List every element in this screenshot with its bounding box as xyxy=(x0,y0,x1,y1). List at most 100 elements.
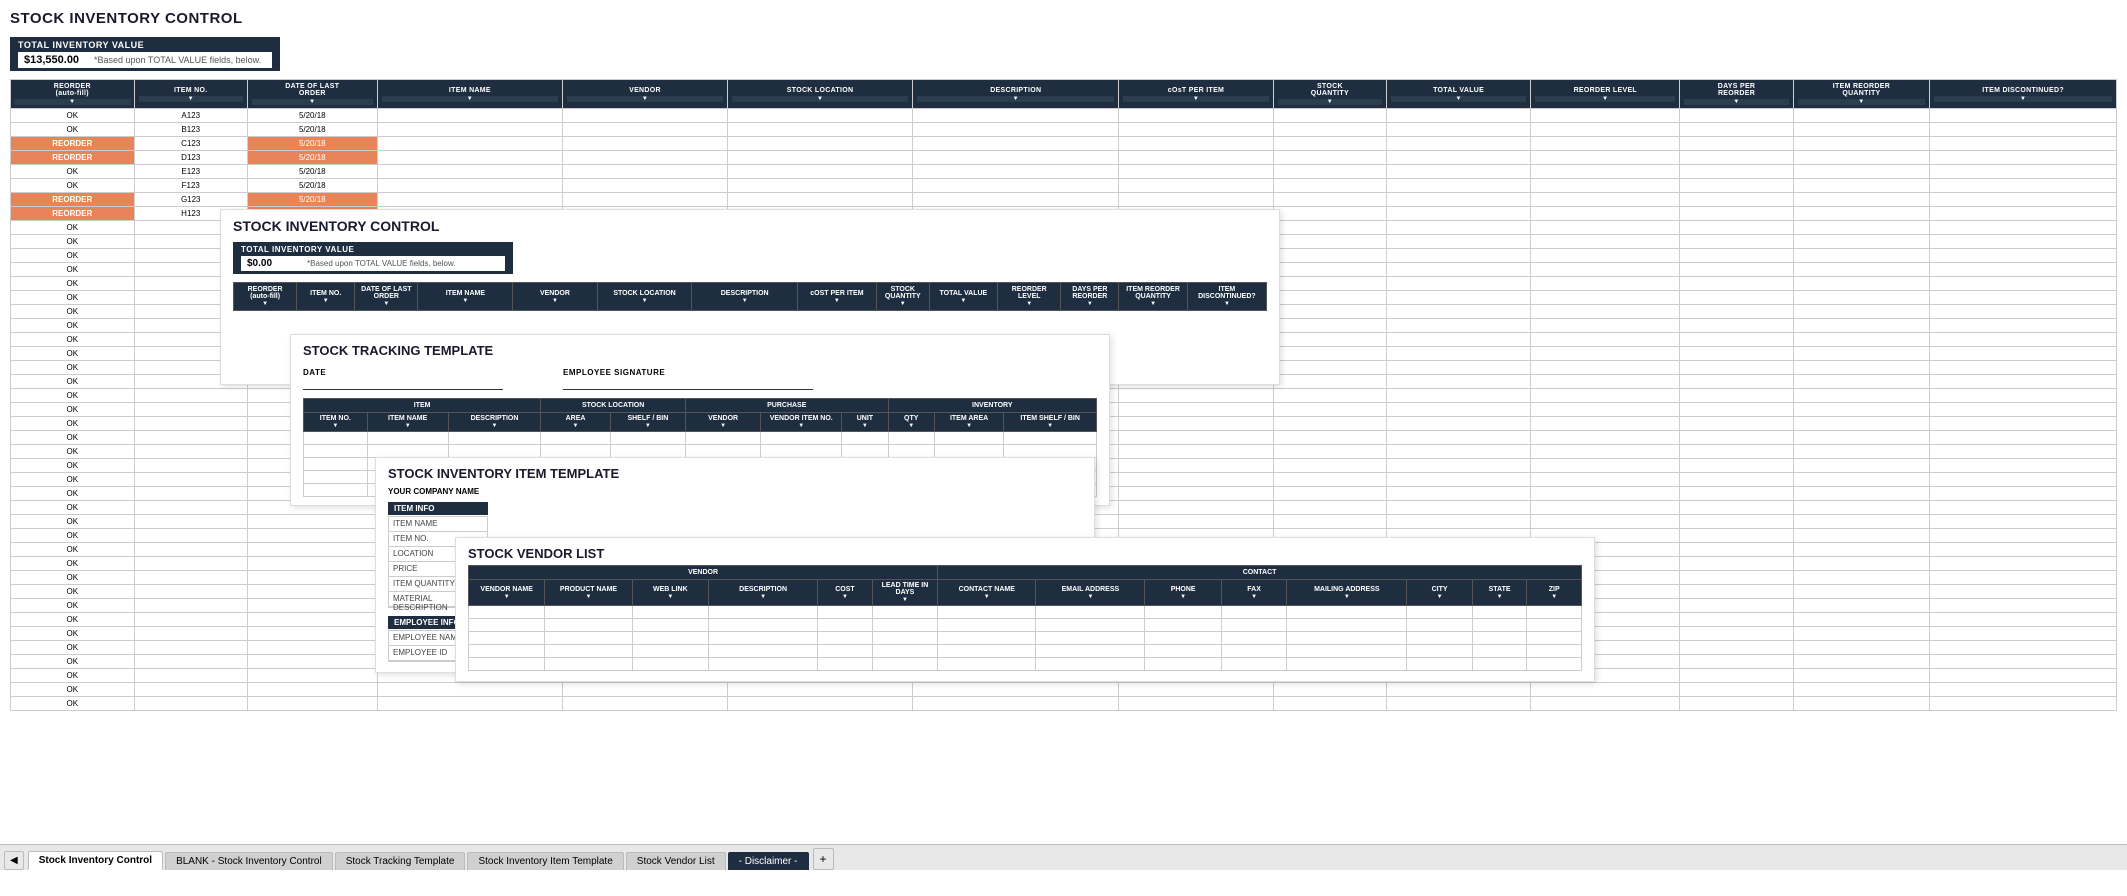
empty-cost[interactable] xyxy=(1119,487,1273,501)
empty-stock-qty[interactable] xyxy=(1273,291,1386,305)
contact-name-cell[interactable] xyxy=(938,658,1036,671)
empty-total-val[interactable] xyxy=(1387,445,1531,459)
empty-days[interactable] xyxy=(1680,291,1793,305)
empty-cost[interactable] xyxy=(1119,445,1273,459)
empty-item-reorder-qty[interactable] xyxy=(1793,431,1930,445)
desc-cell[interactable] xyxy=(913,109,1119,123)
track-item-no[interactable] xyxy=(304,458,368,471)
empty-cost[interactable] xyxy=(1119,515,1273,529)
empty-days[interactable] xyxy=(1680,585,1793,599)
vendor-product-cell[interactable] xyxy=(545,658,632,671)
empty-discontinued[interactable] xyxy=(1930,333,2117,347)
vendor-name-cell[interactable] xyxy=(469,632,545,645)
empty-date[interactable] xyxy=(247,571,377,585)
empty-discontinued[interactable] xyxy=(1930,697,2117,711)
vendor-desc-cell[interactable] xyxy=(709,619,818,632)
tab-stock-vendor-list[interactable]: Stock Vendor List xyxy=(626,852,726,870)
empty-stock-qty[interactable] xyxy=(1273,445,1386,459)
empty-days[interactable] xyxy=(1680,445,1793,459)
empty-discontinued[interactable] xyxy=(1930,459,2117,473)
empty-reorder-level[interactable] xyxy=(1531,347,1680,361)
s2-item-reorder-qty[interactable] xyxy=(1119,324,1188,337)
discontinued-cell[interactable] xyxy=(1930,179,2117,193)
contact-name-cell[interactable] xyxy=(938,645,1036,658)
item-name-cell[interactable] xyxy=(377,123,562,137)
empty-reorder-level[interactable] xyxy=(1531,417,1680,431)
empty-total-val[interactable] xyxy=(1387,473,1531,487)
empty-days[interactable] xyxy=(1680,473,1793,487)
contact-name-cell[interactable] xyxy=(938,606,1036,619)
vendor-web-cell[interactable] xyxy=(632,658,708,671)
stock-loc-cell[interactable] xyxy=(727,109,912,123)
s2-desc[interactable] xyxy=(692,311,797,324)
empty-item-reorder-qty[interactable] xyxy=(1793,235,1930,249)
vendor-cell[interactable] xyxy=(563,165,728,179)
empty-discontinued[interactable] xyxy=(1930,389,2117,403)
tab-nav-prev[interactable]: ◀ xyxy=(4,851,24,870)
track-shelf[interactable] xyxy=(610,445,685,458)
empty-discontinued[interactable] xyxy=(1930,641,2117,655)
empty-reorder-level[interactable] xyxy=(1531,319,1680,333)
empty-item-reorder-qty[interactable] xyxy=(1793,249,1930,263)
empty-discontinued[interactable] xyxy=(1930,683,2117,697)
phone-cell[interactable] xyxy=(1145,606,1221,619)
empty-cost[interactable] xyxy=(1119,417,1273,431)
item-reorder-qty-cell[interactable] xyxy=(1793,165,1930,179)
track-item-shelf[interactable] xyxy=(1004,432,1097,445)
empty-desc[interactable] xyxy=(913,683,1119,697)
empty-discontinued[interactable] xyxy=(1930,487,2117,501)
empty-discontinued[interactable] xyxy=(1930,361,2117,375)
empty-item-no[interactable] xyxy=(134,641,247,655)
empty-item-reorder-qty[interactable] xyxy=(1793,319,1930,333)
track-vendor-item[interactable] xyxy=(761,445,842,458)
empty-vendor[interactable] xyxy=(563,697,728,711)
track-item-no[interactable] xyxy=(304,471,368,484)
zip-cell[interactable] xyxy=(1527,619,1582,632)
empty-stock-qty[interactable] xyxy=(1273,221,1386,235)
vendor-name-cell[interactable] xyxy=(469,606,545,619)
empty-reorder-level[interactable] xyxy=(1531,431,1680,445)
fax-cell[interactable] xyxy=(1221,606,1286,619)
empty-discontinued[interactable] xyxy=(1930,473,2117,487)
empty-item-reorder-qty[interactable] xyxy=(1793,543,1930,557)
empty-item-reorder-qty[interactable] xyxy=(1793,599,1930,613)
empty-item-reorder-qty[interactable] xyxy=(1793,529,1930,543)
stock-qty-cell[interactable] xyxy=(1273,137,1386,151)
empty-date[interactable] xyxy=(247,669,377,683)
empty-reorder-level[interactable] xyxy=(1531,697,1680,711)
track-unit[interactable] xyxy=(842,445,888,458)
days-cell[interactable] xyxy=(1680,123,1793,137)
stock-loc-cell[interactable] xyxy=(727,151,912,165)
empty-item-reorder-qty[interactable] xyxy=(1793,347,1930,361)
item-field-row[interactable]: ITEM NAME xyxy=(389,517,487,532)
empty-item-no[interactable] xyxy=(134,515,247,529)
empty-total-val[interactable] xyxy=(1387,333,1531,347)
s2-item-name[interactable] xyxy=(418,311,513,324)
empty-date[interactable] xyxy=(247,515,377,529)
s2-stock-qty[interactable] xyxy=(876,311,929,324)
zip-cell[interactable] xyxy=(1527,606,1582,619)
empty-days[interactable] xyxy=(1680,403,1793,417)
s2-status[interactable] xyxy=(234,311,297,324)
empty-discontinued[interactable] xyxy=(1930,235,2117,249)
empty-item-reorder-qty[interactable] xyxy=(1793,487,1930,501)
empty-item-no[interactable] xyxy=(134,529,247,543)
empty-item-no[interactable] xyxy=(134,697,247,711)
desc-cell[interactable] xyxy=(913,123,1119,137)
total-val-cell[interactable] xyxy=(1387,207,1531,221)
empty-item-name[interactable] xyxy=(377,697,562,711)
empty-item-reorder-qty[interactable] xyxy=(1793,263,1930,277)
stock-qty-cell[interactable] xyxy=(1273,179,1386,193)
empty-days[interactable] xyxy=(1680,501,1793,515)
empty-discontinued[interactable] xyxy=(1930,417,2117,431)
empty-date[interactable] xyxy=(247,683,377,697)
total-val-cell[interactable] xyxy=(1387,165,1531,179)
item-reorder-qty-cell[interactable] xyxy=(1793,179,1930,193)
vendor-name-cell[interactable] xyxy=(469,645,545,658)
empty-days[interactable] xyxy=(1680,669,1793,683)
empty-item-no[interactable] xyxy=(134,445,247,459)
empty-days[interactable] xyxy=(1680,263,1793,277)
s2-status[interactable] xyxy=(234,337,297,350)
empty-date[interactable] xyxy=(247,697,377,711)
vendor-cost-cell[interactable] xyxy=(818,619,873,632)
